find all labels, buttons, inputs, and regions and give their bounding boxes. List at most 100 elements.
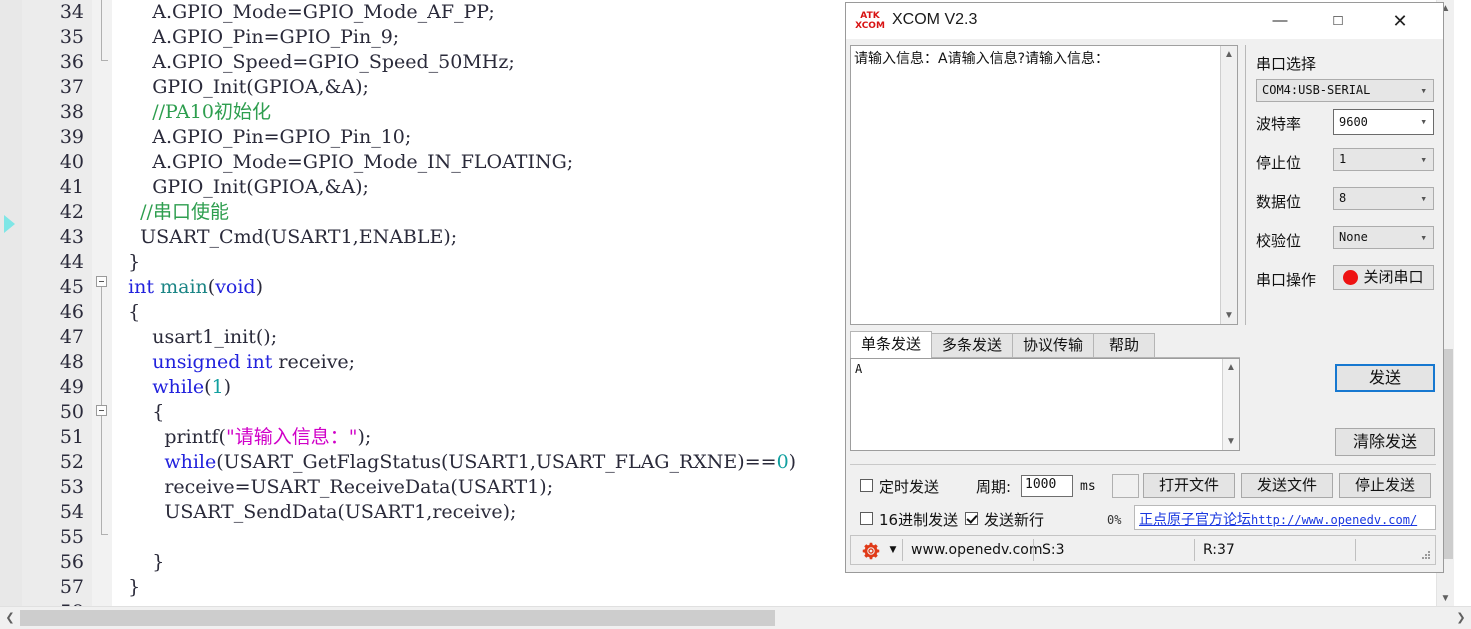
databits-value: 8 [1339,191,1347,205]
maximize-button[interactable]: □ [1315,3,1361,39]
timed-send-checkbox[interactable] [860,479,873,492]
open-file-button[interactable]: 打开文件 [1143,473,1235,498]
close-button[interactable]: ✕ [1377,3,1423,39]
send-mode-tabs: 单条发送 多条发送 协议传输 帮助 [850,331,1240,359]
period-unit: ms [1080,479,1096,494]
status-bar: ▼ www.openedv.com S:3 R:37 [850,535,1436,565]
baud-label: 波特率 [1256,115,1302,133]
scroll-down-icon[interactable]: ▼ [1437,590,1454,607]
progress-indicator-box [1112,474,1139,498]
receive-scrollbar[interactable]: ▲ ▼ [1220,46,1237,324]
baud-select[interactable]: 9600 ▾ [1333,109,1434,135]
chevron-down-icon: ▾ [1420,231,1427,244]
tab-2[interactable]: 多条发送 [931,333,1013,358]
close-port-button[interactable]: 关闭串口 [1333,265,1434,290]
line-number: 43 [59,226,84,248]
databits-label: 数据位 [1256,193,1302,211]
send-textarea[interactable]: A ▲ ▼ [850,358,1240,451]
hex-send-label: 16进制发送 [879,511,959,529]
line-number: 40 [59,151,84,173]
send-file-button[interactable]: 发送文件 [1241,473,1333,498]
status-received: R:37 [1203,542,1235,558]
parity-select[interactable]: None ▾ [1333,226,1434,249]
parity-label: 校验位 [1256,232,1302,250]
close-port-label: 关闭串口 [1363,268,1424,286]
stop-send-button[interactable]: 停止发送 [1339,473,1431,498]
code-line[interactable]: } [112,575,1454,600]
send-scroll-up-icon[interactable]: ▲ [1223,359,1239,376]
code-folding-gutter[interactable] [92,0,113,607]
timed-send-label: 定时发送 [879,478,940,496]
clear-send-button[interactable]: 清除发送 [1335,428,1435,456]
port-group-label: 串口选择 [1256,55,1317,73]
logo-line-2: XCOM [855,21,885,31]
xcom-window: ATK XCOM XCOM V2.3 — □ ✕ 请输入信息：A请输入信息?请输… [845,2,1444,573]
horizontal-scroll-thumb[interactable] [20,610,775,626]
period-label: 周期: [976,478,1012,496]
breakpoint-gutter[interactable] [0,0,23,607]
forum-link-url: http://www.openedv.com/ [1251,513,1418,527]
newline-label: 发送新行 [984,511,1045,529]
screen: 34 35 36 37 38 39 40 41 42 43 44 45 46 47 48 49 50 51 52 53… [0,0,1471,629]
scroll-left-icon[interactable]: ❮ [0,607,20,629]
baud-value: 9600 [1339,115,1368,129]
chevron-down-icon[interactable]: ▼ [884,536,902,564]
send-button[interactable]: 发送 [1335,364,1435,392]
databits-select[interactable]: 8 ▾ [1333,187,1434,210]
line-number: 57 [59,576,84,598]
line-number: 39 [59,126,84,148]
receive-scroll-up-icon[interactable]: ▲ [1221,46,1237,63]
operation-label: 串口操作 [1256,271,1317,289]
forum-link[interactable]: 正点原子官方论坛http://www.openedv.com/ [1139,509,1417,529]
tab-1[interactable]: 单条发送 [850,331,932,359]
hex-send-checkbox[interactable] [860,512,873,525]
line-number: 50 [59,401,84,423]
line-number: 44 [59,251,84,273]
line-number: 54 [59,501,84,523]
chevron-down-icon: ▾ [1420,192,1427,205]
stopbits-label: 停止位 [1256,154,1302,172]
receive-scroll-down-icon[interactable]: ▼ [1221,307,1237,324]
send-text: A [855,362,863,376]
editor-horizontal-scrollbar[interactable]: ❮ ❯ [0,606,1471,629]
newline-checkbox[interactable] [965,512,978,525]
line-number-gutter: 34 35 36 37 38 39 40 41 42 43 44 45 46 47 48 49 50 51 52 53… [22,0,92,623]
status-site: www.openedv.com [911,542,1043,558]
line-number: 38 [59,101,84,123]
send-scrollbar[interactable]: ▲ ▼ [1222,359,1239,450]
chevron-down-icon: ▾ [1420,115,1427,128]
minimize-button[interactable]: — [1257,3,1303,39]
line-number: 51 [59,426,84,448]
line-number: 37 [59,76,84,98]
status-sent: S:3 [1042,542,1065,558]
line-number: 49 [59,376,84,398]
line-number: 46 [59,301,84,323]
execution-arrow-icon [4,215,15,233]
fold-toggle-46[interactable] [96,276,107,287]
progress-percent: 0% [1107,513,1122,527]
stopbits-select[interactable]: 1 ▾ [1333,148,1434,171]
line-number: 53 [59,476,84,498]
line-number: 52 [59,451,84,473]
gear-icon[interactable] [862,542,880,560]
line-number: 35 [59,26,84,48]
window-titlebar[interactable]: ATK XCOM XCOM V2.3 — □ ✕ [846,3,1443,39]
forum-link-bar[interactable]: 正点原子官方论坛http://www.openedv.com/ [1134,505,1436,530]
resize-grip-icon[interactable] [1421,551,1431,561]
serial-settings-panel: 串口选择 COM4:USB-SERIAL ▾ 波特率 9600 ▾ 停止位 1 … [1245,45,1439,325]
divider [850,464,1436,465]
receive-textarea[interactable]: 请输入信息：A请输入信息?请输入信息： ▲ ▼ [850,45,1238,325]
tab-4[interactable]: 帮助 [1093,333,1155,358]
send-scroll-down-icon[interactable]: ▼ [1223,433,1239,450]
logo-line-1: ATK [860,11,880,21]
parity-value: None [1339,230,1368,244]
scroll-right-icon[interactable]: ❯ [1451,607,1471,629]
chevron-down-icon: ▾ [1420,153,1427,166]
fold-toggle-50[interactable] [96,405,107,416]
period-input[interactable]: 1000 [1021,475,1073,497]
window-title: XCOM V2.3 [892,11,978,28]
tab-3[interactable]: 协议传输 [1012,333,1094,358]
stopbits-value: 1 [1339,152,1347,166]
status-led-icon [1343,270,1358,285]
port-select[interactable]: COM4:USB-SERIAL ▾ [1256,79,1434,102]
